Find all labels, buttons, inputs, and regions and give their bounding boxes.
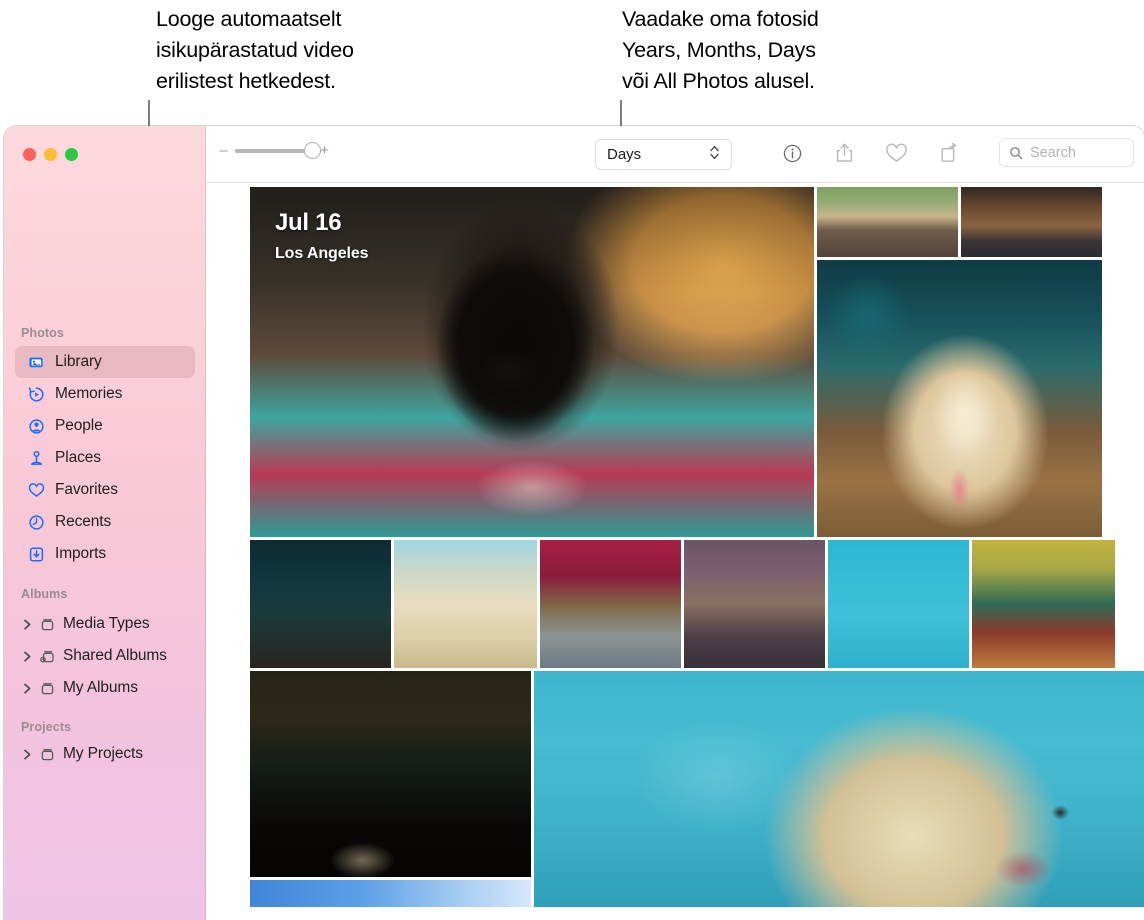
main-content-area: – + Days bbox=[206, 126, 1144, 920]
chevron-right-icon[interactable] bbox=[22, 683, 33, 694]
photo-grid[interactable]: Jul 16 Los Angeles bbox=[206, 183, 1144, 920]
sidebar-item-library[interactable]: Library bbox=[15, 346, 195, 378]
toolbar: – + Days bbox=[206, 126, 1144, 183]
sidebar-item-label: Favorites bbox=[55, 481, 118, 499]
chevron-right-icon[interactable] bbox=[22, 619, 33, 630]
photo-boy-hands-teal[interactable] bbox=[828, 540, 969, 668]
photo-row-3 bbox=[250, 671, 1144, 907]
callout-text-right: Vaadake oma fotosid Years, Months, Days … bbox=[622, 4, 952, 97]
chevron-up-down-icon bbox=[709, 144, 720, 166]
album-box-icon bbox=[38, 615, 57, 634]
day-header-location: Los Angeles bbox=[275, 245, 368, 263]
photo-thumb-pair bbox=[817, 187, 1102, 257]
shared-album-icon bbox=[38, 647, 57, 666]
album-box-icon bbox=[38, 745, 57, 764]
search-placeholder: Search bbox=[1030, 145, 1076, 161]
zoom-slider[interactable]: – + bbox=[219, 143, 329, 158]
view-mode-popup-button[interactable]: Days bbox=[595, 139, 732, 170]
sidebar-list-projects: My Projects bbox=[4, 738, 206, 770]
sidebar-item-label: My Albums bbox=[63, 679, 138, 697]
sidebar-section-photos-title: Photos bbox=[4, 326, 64, 340]
sidebar-item-label: Places bbox=[55, 449, 101, 467]
sidebar-item-label: Shared Albums bbox=[63, 647, 167, 665]
sidebar-item-imports[interactable]: Imports bbox=[15, 538, 195, 570]
chevron-right-icon[interactable] bbox=[22, 651, 33, 662]
memories-icon bbox=[27, 385, 46, 404]
places-pin-icon bbox=[27, 449, 46, 468]
sidebar-item-media-types[interactable]: Media Types bbox=[15, 608, 195, 640]
day-header: Jul 16 Los Angeles bbox=[275, 209, 368, 263]
sidebar-item-recents[interactable]: Recents bbox=[15, 506, 195, 538]
sidebar-list-albums: Media Types Shared Albums My Albums bbox=[4, 608, 206, 704]
sidebar-section-projects-title: Projects bbox=[4, 720, 71, 734]
photo-afghan-closeup[interactable] bbox=[394, 540, 537, 668]
photo-thumb-puppy-ledge[interactable] bbox=[817, 187, 958, 257]
sidebar-section-albums-title: Albums bbox=[4, 587, 67, 601]
photos-app-window: Photos Library Memories People bbox=[4, 126, 1144, 920]
sidebar-item-my-albums[interactable]: My Albums bbox=[15, 672, 195, 704]
window-traffic-lights bbox=[23, 148, 78, 161]
sidebar-item-shared-albums[interactable]: Shared Albums bbox=[15, 640, 195, 672]
sidebar-list-photos: Library Memories People Places bbox=[4, 346, 206, 570]
info-icon[interactable] bbox=[779, 138, 805, 168]
sidebar: Photos Library Memories People bbox=[4, 126, 206, 920]
sidebar-item-label: People bbox=[55, 417, 103, 435]
photo-westie-curtain[interactable] bbox=[250, 540, 391, 668]
zoom-in-label[interactable]: + bbox=[320, 143, 329, 158]
photo-dog-green-sofa[interactable] bbox=[972, 540, 1115, 668]
photo-blue-gradient-strip[interactable] bbox=[250, 880, 531, 907]
zoom-button[interactable] bbox=[65, 148, 78, 161]
album-box-icon bbox=[38, 679, 57, 698]
rotate-icon[interactable] bbox=[935, 138, 961, 168]
sidebar-item-label: Recents bbox=[55, 513, 111, 531]
sidebar-item-favorites[interactable]: Favorites bbox=[15, 474, 195, 506]
clock-icon bbox=[27, 513, 46, 532]
zoom-out-label[interactable]: – bbox=[219, 143, 228, 158]
callout-text-left: Looge automaatselt isikupärastatud video… bbox=[156, 4, 486, 97]
sidebar-item-label: Memories bbox=[55, 385, 122, 403]
chevron-right-icon[interactable] bbox=[22, 749, 33, 760]
photo-thumb-dog-indoor[interactable] bbox=[961, 187, 1102, 257]
import-download-icon bbox=[27, 545, 46, 564]
minimize-button[interactable] bbox=[44, 148, 57, 161]
sidebar-item-my-projects[interactable]: My Projects bbox=[15, 738, 195, 770]
sidebar-item-people[interactable]: People bbox=[15, 410, 195, 442]
sidebar-item-label: Media Types bbox=[63, 615, 150, 633]
favorite-heart-icon[interactable] bbox=[883, 138, 909, 168]
photo-row-2 bbox=[250, 540, 1144, 668]
people-icon bbox=[27, 417, 46, 436]
photo-column-left-row3 bbox=[250, 671, 531, 907]
library-icon bbox=[27, 353, 46, 372]
sidebar-item-memories[interactable]: Memories bbox=[15, 378, 195, 410]
photo-afghan-fireplace[interactable] bbox=[540, 540, 681, 668]
photo-afghan-window[interactable] bbox=[684, 540, 825, 668]
zoom-slider-track[interactable] bbox=[235, 149, 313, 153]
photo-column-right bbox=[817, 187, 1102, 537]
toolbar-buttons bbox=[779, 138, 961, 168]
photo-hound-tongue-out[interactable] bbox=[817, 260, 1102, 537]
search-input[interactable]: Search bbox=[999, 138, 1134, 167]
day-header-date: Jul 16 bbox=[275, 209, 368, 237]
heart-icon bbox=[27, 481, 46, 500]
photo-boston-terrier[interactable]: Jul 16 Los Angeles bbox=[250, 187, 814, 537]
share-icon[interactable] bbox=[831, 138, 857, 168]
view-mode-value: Days bbox=[607, 146, 641, 163]
search-icon bbox=[1009, 146, 1023, 160]
photo-dark-palm-room[interactable] bbox=[250, 671, 531, 877]
sidebar-item-label: My Projects bbox=[63, 745, 143, 763]
zoom-slider-thumb[interactable] bbox=[304, 142, 321, 159]
photo-afghan-windblown-teal[interactable] bbox=[534, 671, 1144, 907]
sidebar-item-label: Imports bbox=[55, 545, 106, 563]
sidebar-item-places[interactable]: Places bbox=[15, 442, 195, 474]
photo-row-1: Jul 16 Los Angeles bbox=[250, 187, 1144, 537]
close-button[interactable] bbox=[23, 148, 36, 161]
sidebar-item-label: Library bbox=[55, 353, 102, 371]
